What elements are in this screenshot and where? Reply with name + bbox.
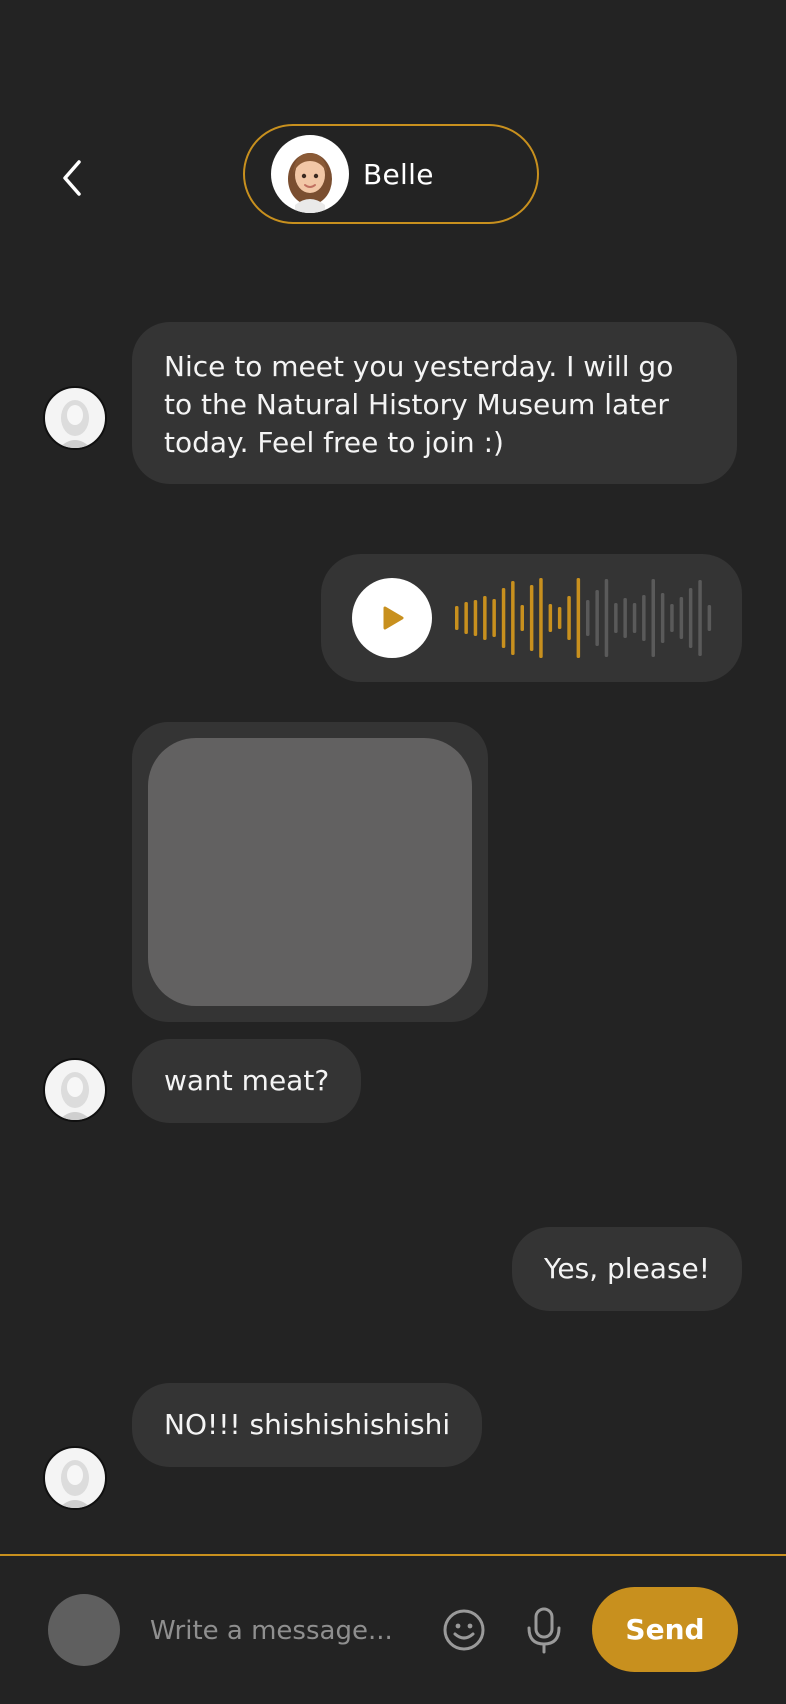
- waveform-bar: [473, 600, 478, 636]
- waveform-bar: [642, 595, 646, 641]
- play-icon: [383, 606, 404, 630]
- person-photo-icon: [59, 1072, 91, 1120]
- back-button[interactable]: [44, 150, 100, 206]
- emoji-button[interactable]: [438, 1604, 490, 1656]
- my-avatar[interactable]: [48, 1594, 120, 1666]
- waveform-bar: [586, 600, 590, 636]
- waveform-bar: [511, 581, 515, 655]
- composer-divider: [0, 1554, 786, 1556]
- image-message-card[interactable]: [132, 722, 488, 1022]
- waveform-bar: [670, 604, 674, 632]
- waveform-bar: [614, 603, 618, 633]
- waveform-bar: [455, 606, 459, 630]
- message-input[interactable]: [148, 1600, 422, 1662]
- person-photo-icon: [59, 400, 91, 448]
- waveform-bar: [576, 578, 581, 658]
- waveform-bar: [529, 585, 534, 651]
- microphone-button[interactable]: [518, 1604, 570, 1656]
- play-button[interactable]: [352, 578, 432, 658]
- waveform-bar: [707, 605, 712, 631]
- voice-message-bubble[interactable]: [321, 554, 742, 682]
- waveform-bar: [483, 596, 487, 640]
- waveform-bar: [660, 593, 665, 643]
- message-text: Nice to meet you yesterday. I will go to…: [164, 350, 674, 459]
- waveform-bar: [632, 603, 637, 633]
- message-text: want meat?: [164, 1064, 330, 1097]
- waveform-bar: [464, 602, 468, 634]
- waveform-bar: [688, 588, 693, 648]
- message-text: Yes, please!: [544, 1252, 710, 1285]
- person-photo-icon: [59, 1460, 91, 1508]
- microphone-icon: [527, 1607, 561, 1654]
- waveform-bar: [698, 580, 702, 656]
- contact-avatar: [271, 135, 349, 213]
- waveform-bar: [567, 596, 571, 640]
- waveform-bar: [679, 597, 684, 639]
- waveform-bar: [557, 607, 562, 629]
- waveform-bar: [492, 599, 496, 637]
- sender-avatar: [43, 1446, 107, 1510]
- message-bubble-incoming[interactable]: NO!!! shishishishishi: [132, 1383, 483, 1467]
- smiley-icon: [443, 1609, 485, 1651]
- message-bubble-outgoing[interactable]: Yes, please!: [512, 1227, 742, 1311]
- waveform-bar: [520, 605, 524, 631]
- memoji-avatar-icon: [288, 153, 332, 213]
- message-bubble-incoming[interactable]: want meat?: [132, 1039, 362, 1123]
- sender-avatar: [43, 386, 107, 450]
- message-bubble-incoming[interactable]: Nice to meet you yesterday. I will go to…: [132, 322, 737, 484]
- waveform-bar: [548, 604, 553, 632]
- waveform-bar: [501, 588, 506, 648]
- waveform-bar: [651, 579, 655, 657]
- audio-waveform[interactable]: [453, 578, 715, 658]
- message-text: NO!!! shishishishishi: [164, 1408, 451, 1441]
- image-placeholder[interactable]: [148, 738, 472, 1006]
- waveform-bar: [604, 579, 609, 657]
- sender-avatar: [43, 1058, 107, 1122]
- chevron-left-icon: [63, 160, 81, 196]
- contact-name: Belle: [363, 157, 434, 191]
- waveform-bar: [595, 590, 599, 646]
- send-button[interactable]: Send: [592, 1587, 738, 1672]
- contact-header[interactable]: Belle: [243, 124, 539, 224]
- waveform-bar: [539, 578, 543, 658]
- waveform-bar: [623, 598, 627, 638]
